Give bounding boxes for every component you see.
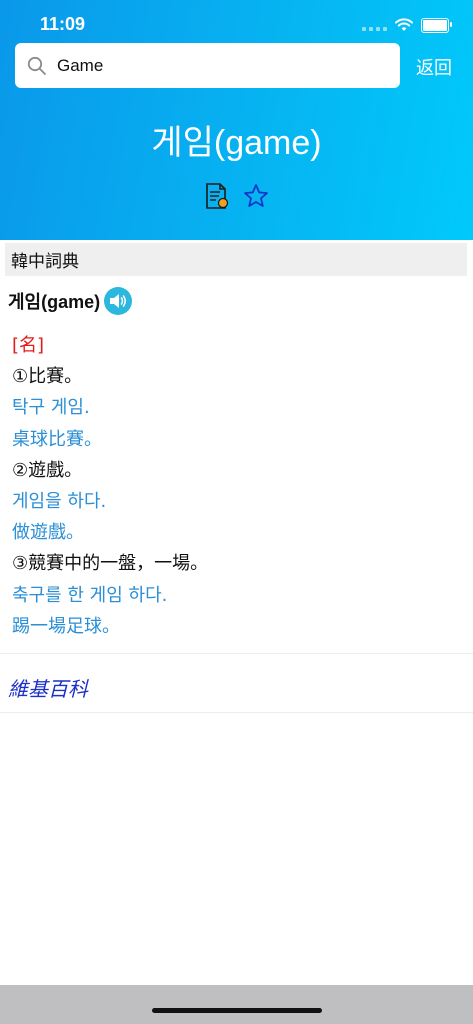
divider (0, 712, 473, 713)
note-document-icon[interactable] (205, 182, 229, 210)
favorite-star-icon[interactable] (243, 183, 269, 209)
search-input[interactable] (55, 54, 379, 77)
meaning-line: ②遊戲。 (12, 459, 83, 481)
bottom-bar (0, 985, 473, 1024)
header: 11:09 返回 게임(game) (0, 0, 473, 240)
pronunciation-speaker-button[interactable] (104, 287, 133, 315)
divider (0, 653, 473, 654)
cellular-signal-icon (362, 19, 387, 31)
wikipedia-link[interactable]: 維基百科 (8, 673, 88, 702)
back-button[interactable]: 返回 (416, 54, 452, 80)
example-sentence: 축구를 한 게임 하다. (12, 584, 168, 606)
search-box[interactable] (15, 43, 400, 88)
battery-icon (421, 17, 452, 33)
dictionary-section-header: 韓中詞典 (5, 243, 467, 276)
search-icon (27, 56, 46, 75)
example-sentence: 탁구 게임. (12, 397, 90, 419)
example-sentence: 게임을 하다. (12, 490, 107, 512)
status-icons (362, 16, 452, 34)
example-translation: 桌球比賽。 (12, 428, 102, 450)
example-translation: 踢一場足球。 (12, 615, 120, 637)
example-translation: 做遊戲。 (12, 522, 84, 544)
speaker-icon (110, 294, 127, 308)
meaning-line: ③競賽中的一盤，一場。 (12, 553, 209, 575)
header-actions (205, 182, 269, 210)
entry-word: 게임(game) (8, 292, 101, 312)
definition-list: [名] ①比賽。 탁구 게임. 桌球比賽。 ②遊戲。 게임을 하다. 做遊戲。 … (12, 330, 208, 642)
part-of-speech: [名] (12, 335, 45, 356)
headword-title: 게임(game) (151, 124, 322, 162)
home-indicator[interactable] (152, 1008, 322, 1013)
dictionary-section-title: 韓中詞典 (11, 252, 79, 272)
status-time: 11:09 (40, 14, 86, 34)
wifi-icon (395, 18, 413, 31)
meaning-line: ①比賽。 (12, 366, 83, 388)
entry-header: 게임(game) (8, 287, 133, 315)
